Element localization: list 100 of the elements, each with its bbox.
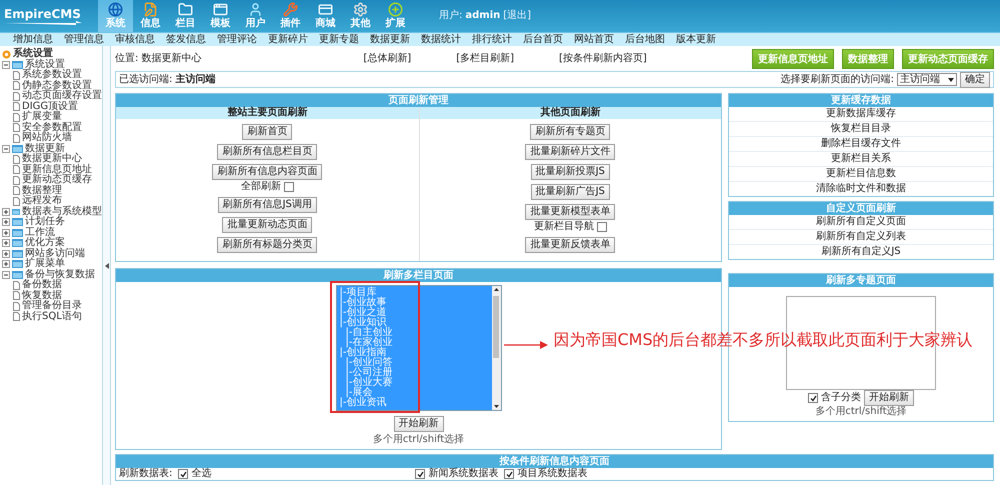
refresh-button[interactable]: 批量刷新碎片文件: [525, 144, 616, 160]
expand-icon[interactable]: [2, 228, 10, 237]
nav-link[interactable]: 更新碎片: [268, 34, 308, 46]
tree-item[interactable]: 网站多访问端: [25, 248, 85, 259]
tree-item[interactable]: 伪静态参数设置: [22, 80, 92, 91]
panel-title: 更新缓存数据: [729, 94, 993, 107]
tree-item[interactable]: 优化方案: [25, 238, 65, 248]
expand-icon[interactable]: [2, 260, 10, 268]
refresh-button[interactable]: 刷新所有标题分类页: [217, 237, 318, 253]
refresh-button[interactable]: 刷新首页: [242, 124, 292, 140]
start-refresh-button[interactable]: 开始刷新: [394, 416, 444, 432]
scroll-down-icon[interactable]: [494, 405, 498, 408]
tree-item[interactable]: 更新信息页地址: [22, 164, 92, 175]
cache-link[interactable]: 更新数据库缓存: [729, 107, 993, 122]
tree-item[interactable]: 数据更新: [25, 144, 65, 154]
expand-icon[interactable]: [2, 250, 10, 258]
tree-item[interactable]: 工作流: [25, 228, 55, 238]
breadcrumb-link[interactable]: 数据更新中心: [141, 53, 202, 65]
checkbox[interactable]: [504, 469, 514, 479]
custom-link[interactable]: 刷新所有自定义JS: [729, 245, 993, 259]
nav-link[interactable]: 管理评论: [217, 34, 257, 46]
tree-item[interactable]: 网站防火墙: [22, 133, 72, 144]
tree-item[interactable]: 数据更新中心: [22, 154, 82, 164]
tree-item[interactable]: 备份与恢复数据: [25, 270, 95, 280]
location-label: 位置:: [115, 53, 138, 65]
checkbox[interactable]: [808, 393, 818, 403]
tree-item[interactable]: 系统参数设置: [22, 70, 82, 80]
user-name: admin: [465, 10, 500, 22]
tree-item[interactable]: 恢复数据: [22, 290, 62, 301]
checkbox[interactable]: [284, 182, 294, 192]
cache-link[interactable]: 清除临时文件和数据: [729, 182, 993, 196]
tree-item[interactable]: 扩展变量: [22, 112, 62, 122]
cache-link[interactable]: 删除栏目缓存文件: [729, 137, 993, 152]
custom-link[interactable]: 刷新所有自定义页面: [729, 215, 993, 230]
cache-link[interactable]: 更新栏目信息数: [729, 167, 993, 182]
collapse-sidebar-icon[interactable]: [104, 262, 108, 268]
access-select[interactable]: 主访问端: [897, 73, 957, 86]
cache-link[interactable]: 恢复栏目目录: [729, 122, 993, 137]
tree-item[interactable]: 计划任务: [25, 217, 65, 228]
expand-icon[interactable]: [2, 239, 10, 248]
collapse-icon[interactable]: [2, 144, 10, 153]
confirm-button[interactable]: 确定: [960, 72, 990, 88]
nav-link[interactable]: 网站首页: [574, 34, 614, 46]
expand-icon[interactable]: [2, 208, 10, 216]
folder-icon: [178, 2, 193, 17]
refresh-button[interactable]: 刷新所有专题页: [530, 124, 610, 140]
checkbox-label: 项目系统数据表: [517, 468, 588, 480]
nav-link[interactable]: 增加信息: [13, 34, 53, 46]
nav-link[interactable]: 后台首页: [523, 34, 563, 46]
refresh-button[interactable]: 批量更新模型表单: [525, 204, 616, 220]
refresh-link[interactable]: [总体刷新]: [363, 53, 412, 65]
nav-link[interactable]: 数据统计: [421, 34, 461, 46]
scrollbar[interactable]: [492, 286, 500, 410]
checkbox[interactable]: [415, 469, 426, 479]
tree-item[interactable]: 扩展菜单: [25, 259, 65, 270]
refresh-button[interactable]: 刷新所有信息内容页面: [212, 164, 322, 180]
tree-item[interactable]: DIGG顶设置: [22, 102, 78, 112]
table-label: 刷新数据表:: [119, 468, 172, 480]
checkbox[interactable]: [178, 469, 188, 479]
folder-icon: [12, 208, 20, 216]
refresh-button[interactable]: 批量刷新广告JS: [530, 184, 610, 200]
nav-link[interactable]: 数据更新: [370, 34, 410, 46]
nav-link[interactable]: 后台地图: [625, 34, 665, 46]
expand-icon[interactable]: [2, 218, 10, 226]
nav-link[interactable]: 审核信息: [115, 34, 155, 46]
refresh-button[interactable]: 批量更新反馈表单: [525, 237, 616, 253]
tree-item[interactable]: 数据表与系统模型: [22, 206, 102, 217]
panel-title: 页面刷新管理: [116, 94, 721, 107]
tree-item[interactable]: 动态页面缓存设置: [22, 91, 102, 102]
tree-item[interactable]: 远程发布: [22, 196, 62, 206]
tree-item[interactable]: 系统设置: [25, 60, 65, 70]
tree-item[interactable]: 更新动态页缓存: [22, 175, 92, 186]
access-select-label: 选择要刷新页面的访问端:: [780, 74, 894, 86]
tree-item[interactable]: 管理备份目录: [22, 301, 82, 312]
collapse-icon[interactable]: [2, 270, 10, 279]
refresh-button[interactable]: 刷新所有信息JS调用: [218, 197, 317, 213]
refresh-link[interactable]: [多栏目刷新]: [456, 53, 514, 65]
nav-link[interactable]: 管理信息: [64, 34, 104, 46]
refresh-link[interactable]: [按条件刷新内容页]: [559, 53, 647, 65]
custom-link[interactable]: 刷新所有自定义列表: [729, 230, 993, 245]
nav-link[interactable]: 排行统计: [472, 34, 512, 46]
scroll-up-icon[interactable]: [494, 288, 498, 291]
tree-item[interactable]: 执行SQL语句: [22, 312, 82, 322]
tree-item[interactable]: 备份数据: [22, 280, 62, 290]
window-icon: [213, 2, 228, 17]
refresh-button[interactable]: 批量更新动态页面: [222, 217, 312, 233]
checkbox[interactable]: [596, 222, 607, 232]
refresh-button[interactable]: 批量刷新投票JS: [530, 164, 610, 180]
nav-link[interactable]: 更新专题: [319, 34, 359, 46]
tree-item[interactable]: 安全参数配置: [22, 122, 82, 133]
column-heading: 其他页面刷新: [420, 107, 721, 119]
tree-item[interactable]: 数据整理: [22, 186, 62, 196]
start-refresh-button[interactable]: 开始刷新: [864, 390, 914, 406]
nav-link[interactable]: 版本更新: [676, 34, 716, 46]
cache-link[interactable]: 更新栏目关系: [729, 152, 993, 167]
panel-title: 自定义页面刷新: [729, 202, 993, 215]
checkbox-label: 更新栏目导航: [534, 221, 594, 233]
collapse-icon[interactable]: [2, 60, 10, 69]
refresh-button[interactable]: 刷新所有信息栏目页: [217, 144, 318, 160]
nav-link[interactable]: 签发信息: [166, 34, 206, 46]
